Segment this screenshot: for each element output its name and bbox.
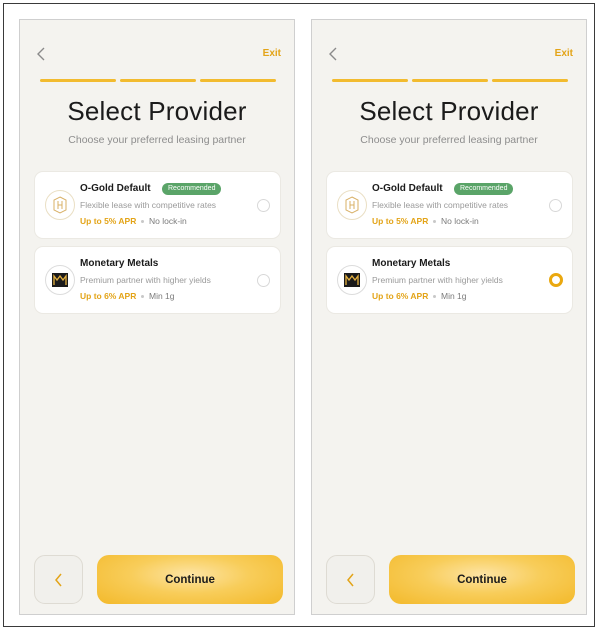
progress-segment (412, 79, 488, 82)
provider-name: O-Gold Default (372, 183, 443, 194)
separator-dot (141, 295, 144, 298)
recommended-badge: Recommended (454, 183, 514, 195)
progress-segment (120, 79, 196, 82)
provider-radio[interactable] (257, 274, 270, 287)
provider-apr: Up to 6% APR (80, 291, 137, 301)
provider-description: Flexible lease with competitive rates (372, 200, 509, 210)
separator-dot (433, 220, 436, 223)
provider-radio[interactable] (549, 199, 562, 212)
back-button[interactable] (326, 555, 375, 604)
provider-apr: Up to 6% APR (372, 291, 429, 301)
separator-dot (433, 295, 436, 298)
chevron-left-icon (55, 573, 62, 586)
progress-segment (40, 79, 116, 82)
recommended-badge: Recommended (162, 183, 222, 195)
monetary-metals-logo-icon (337, 265, 367, 295)
ogold-logo-icon (337, 190, 367, 220)
back-chevron-icon[interactable] (328, 46, 342, 66)
provider-meta: No lock-in (149, 216, 187, 226)
provider-apr: Up to 5% APR (372, 216, 429, 226)
step-progress-bar (332, 79, 568, 82)
provider-meta: Min 1g (441, 291, 467, 301)
back-chevron-icon[interactable] (36, 46, 50, 66)
provider-card-monetary-metals[interactable]: Monetary Metals Premium partner with hig… (326, 246, 573, 314)
separator-dot (141, 220, 144, 223)
exit-link[interactable]: Exit (555, 48, 573, 59)
provider-description: Premium partner with higher yields (80, 275, 211, 285)
provider-card-monetary-metals[interactable]: Monetary Metals Premium partner with hig… (34, 246, 281, 314)
provider-meta: No lock-in (441, 216, 479, 226)
continue-button[interactable]: Continue (97, 555, 283, 604)
provider-apr: Up to 5% APR (80, 216, 137, 226)
page-title: Select Provider (67, 96, 247, 126)
select-provider-screen-unselected: Exit Select Provider Choose your preferr… (19, 19, 295, 615)
chevron-left-icon (347, 573, 354, 586)
progress-segment (492, 79, 568, 82)
page-title: Select Provider (359, 96, 539, 126)
provider-description: Premium partner with higher yields (372, 275, 503, 285)
ogold-logo-icon (45, 190, 75, 220)
provider-card-ogold[interactable]: O-Gold Default Recommended Flexible leas… (326, 171, 573, 239)
progress-segment (332, 79, 408, 82)
comparison-frame: Exit Select Provider Choose your preferr… (3, 3, 595, 627)
provider-name: O-Gold Default (80, 183, 151, 194)
provider-radio-selected[interactable] (549, 273, 563, 287)
provider-description: Flexible lease with competitive rates (80, 200, 217, 210)
provider-name: Monetary Metals (80, 258, 159, 269)
page-subtitle: Choose your preferred leasing partner (360, 134, 538, 146)
provider-meta: Min 1g (149, 291, 175, 301)
provider-name: Monetary Metals (372, 258, 451, 269)
page-subtitle: Choose your preferred leasing partner (68, 134, 246, 146)
exit-link[interactable]: Exit (263, 48, 281, 59)
progress-segment (200, 79, 276, 82)
select-provider-screen-selected: Exit Select Provider Choose your preferr… (311, 19, 587, 615)
continue-button[interactable]: Continue (389, 555, 575, 604)
provider-radio[interactable] (257, 199, 270, 212)
provider-card-ogold[interactable]: O-Gold Default Recommended Flexible leas… (34, 171, 281, 239)
monetary-metals-logo-icon (45, 265, 75, 295)
step-progress-bar (40, 79, 276, 82)
back-button[interactable] (34, 555, 83, 604)
